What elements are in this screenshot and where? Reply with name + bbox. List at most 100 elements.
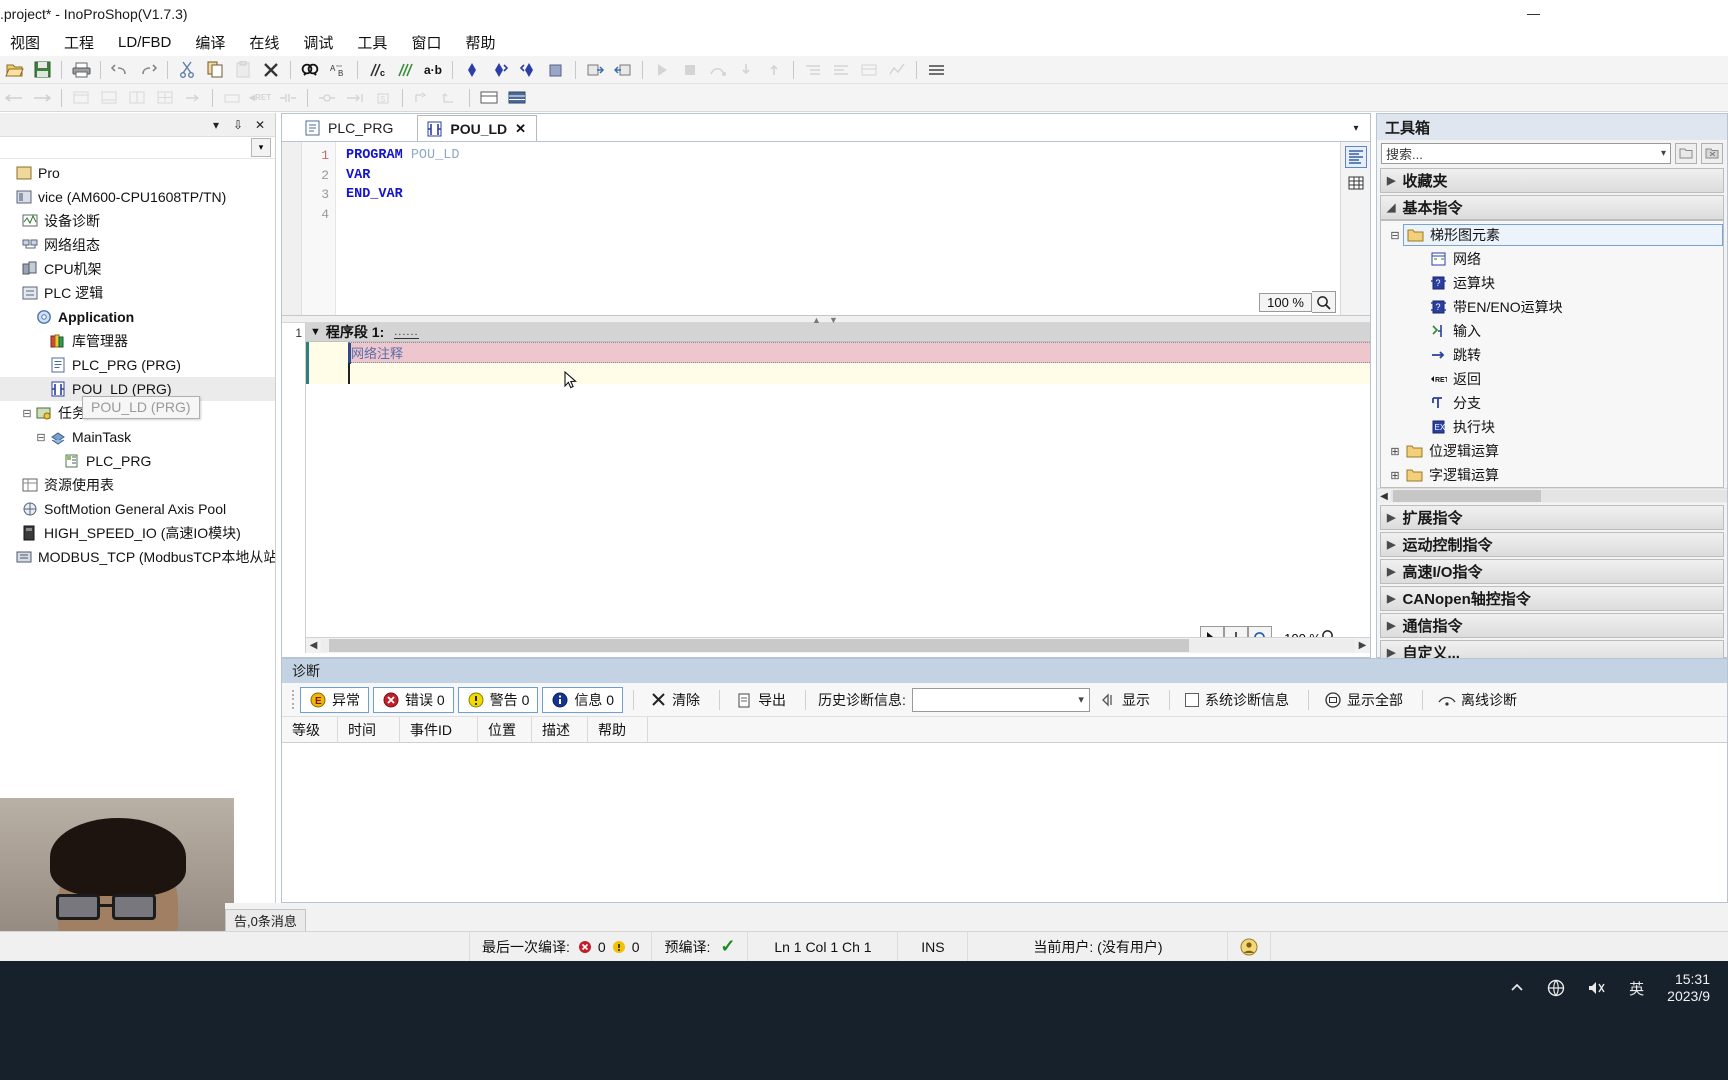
- scroll-left-arrow[interactable]: ◀: [1377, 491, 1391, 502]
- toolbox-section[interactable]: ▶ 运动控制指令: [1380, 532, 1724, 557]
- network-header[interactable]: ▼ 程序段 1: ......: [306, 323, 1370, 342]
- warning-button[interactable]: 警告 0: [457, 686, 539, 713]
- grid-column-header[interactable]: 位置: [478, 716, 532, 743]
- zoom-icon[interactable]: [1312, 291, 1336, 313]
- bookmark-prev-icon[interactable]: [515, 58, 541, 82]
- toolbox-item[interactable]: ? 带EN/ENO运算块: [1381, 295, 1723, 319]
- message-tab[interactable]: 告,0条消息: [225, 909, 306, 931]
- comment-icon[interactable]: c: [364, 58, 390, 82]
- tab-pou-ld[interactable]: POU_LD ✕: [417, 115, 538, 141]
- scroll-track[interactable]: [321, 639, 1355, 652]
- coil-icon[interactable]: [275, 86, 301, 110]
- print-icon[interactable]: [68, 58, 94, 82]
- indent-icon[interactable]: [800, 58, 826, 82]
- exception-button[interactable]: E 异常: [300, 686, 369, 713]
- uncomment-icon[interactable]: [392, 58, 418, 82]
- delete-folder-icon[interactable]: [1701, 142, 1723, 164]
- trace-icon[interactable]: [884, 58, 910, 82]
- tree-item[interactable]: Pro: [0, 161, 275, 185]
- tree-item[interactable]: vice (AM600-CPU1608TP/TN): [0, 185, 275, 209]
- menu-item-project[interactable]: 工程: [52, 30, 106, 55]
- undo-icon[interactable]: [107, 58, 133, 82]
- toolbox-item[interactable]: ⊟ 梯形图元素: [1381, 223, 1723, 247]
- toolbox-item[interactable]: 输入: [1381, 319, 1723, 343]
- export-button[interactable]: 导出: [726, 687, 795, 713]
- ladder-canvas[interactable]: ▼ 程序段 1: ...... 网络注释 ◀ ▶: [306, 323, 1370, 653]
- network-insert-icon[interactable]: [152, 86, 178, 110]
- user-icon[interactable]: [1228, 931, 1272, 962]
- network-globe-icon[interactable]: [1547, 979, 1565, 997]
- tree-item[interactable]: SoftMotion General Axis Pool: [0, 497, 275, 521]
- pin-icon[interactable]: ⇩: [227, 115, 249, 135]
- clear-button[interactable]: 清除: [640, 687, 709, 713]
- contact-icon[interactable]: [314, 86, 340, 110]
- network-branch-icon[interactable]: [124, 86, 150, 110]
- menu-item-compile[interactable]: 编译: [183, 30, 237, 55]
- toolbox-section-basic[interactable]: ◢ 基本指令: [1380, 195, 1724, 220]
- scroll-left-arrow[interactable]: ◀: [306, 640, 321, 651]
- history-combo[interactable]: ▾: [911, 687, 1090, 712]
- menu-item-debug[interactable]: 调试: [291, 30, 345, 55]
- declaration-code[interactable]: PROGRAM POU_LD VAR END_VAR: [336, 142, 1340, 315]
- tab-plc-prg[interactable]: PLC_PRG: [296, 115, 403, 141]
- login-icon[interactable]: [582, 58, 608, 82]
- grid-column-header[interactable]: 描述: [532, 716, 588, 743]
- expand-icon[interactable]: ⊞: [1387, 469, 1403, 482]
- replace-icon[interactable]: AB: [325, 58, 351, 82]
- menu-item-tools[interactable]: 工具: [345, 30, 399, 55]
- filter-icon[interactable]: ▾: [251, 138, 271, 157]
- toolbox-item[interactable]: EX 执行块: [1381, 415, 1723, 439]
- tree-item[interactable]: 资源使用表: [0, 473, 275, 497]
- checkbox[interactable]: [1184, 692, 1199, 707]
- branch-open-icon[interactable]: [409, 86, 435, 110]
- ab-icon[interactable]: a·b: [420, 58, 446, 82]
- grid-column-header[interactable]: 事件ID: [400, 716, 478, 743]
- toolbox-item[interactable]: 跳转: [1381, 343, 1723, 367]
- coil-set-icon[interactable]: [342, 86, 368, 110]
- list-view-icon[interactable]: [504, 86, 530, 110]
- scroll-thumb[interactable]: [1393, 490, 1541, 502]
- collapse-icon[interactable]: ⊟: [1387, 229, 1403, 242]
- toolbox-item[interactable]: ⊞ 字逻辑运算: [1381, 463, 1723, 487]
- show-button[interactable]: 显示: [1090, 687, 1159, 713]
- step-out-icon[interactable]: [761, 58, 787, 82]
- delete-icon[interactable]: [258, 58, 284, 82]
- network-comment-field[interactable]: 网络注释: [348, 342, 1370, 364]
- tree-item[interactable]: PLC 逻辑: [0, 281, 275, 305]
- cut-icon[interactable]: [174, 58, 200, 82]
- chevron-down-icon[interactable]: ▾: [1661, 148, 1666, 159]
- menu-item-window[interactable]: 窗口: [399, 30, 453, 55]
- tabular-view-icon[interactable]: [1345, 172, 1367, 194]
- close-icon[interactable]: ✕: [249, 115, 271, 135]
- tree-item[interactable]: HIGH_SPEED_IO (高速IO模块): [0, 521, 275, 545]
- minimize-button[interactable]: [1510, 0, 1556, 28]
- scroll-thumb[interactable]: [329, 639, 1189, 652]
- tree-item[interactable]: 网络组态: [0, 233, 275, 257]
- bookmark-next-icon[interactable]: [487, 58, 513, 82]
- toolbox-horizontal-scrollbar[interactable]: ◀: [1377, 488, 1727, 503]
- offline-diagnostic-button[interactable]: 离线诊断: [1429, 687, 1526, 713]
- chevron-down-icon[interactable]: ▾: [205, 115, 227, 135]
- toolbox-section[interactable]: ▶ 通信指令: [1380, 613, 1724, 638]
- paste-icon[interactable]: [230, 58, 256, 82]
- toolbox-item[interactable]: ⊞ 位逻辑运算: [1381, 439, 1723, 463]
- network-before-icon[interactable]: [68, 86, 94, 110]
- textual-view-icon[interactable]: [1344, 146, 1367, 168]
- tree-item[interactable]: 库管理器: [0, 329, 275, 353]
- grid-column-header[interactable]: 时间: [338, 716, 400, 743]
- return-icon[interactable]: ◀RET: [247, 86, 273, 110]
- new-folder-icon[interactable]: [1675, 142, 1697, 164]
- tree-item[interactable]: CPU机架: [0, 257, 275, 281]
- run-icon[interactable]: [649, 58, 675, 82]
- caret-down-icon[interactable]: ▼: [310, 326, 321, 338]
- menu-item-help[interactable]: 帮助: [453, 30, 507, 55]
- step-over-icon[interactable]: [705, 58, 731, 82]
- logout-icon[interactable]: [610, 58, 636, 82]
- tree-item[interactable]: MODBUS_TCP (ModbusTCP本地从站): [0, 545, 275, 569]
- info-button[interactable]: 信息 0: [542, 686, 624, 713]
- nav-forward-icon[interactable]: [29, 86, 55, 110]
- copy-icon[interactable]: [202, 58, 228, 82]
- expand-icon[interactable]: ⊞: [1387, 445, 1403, 458]
- taskbar-clock[interactable]: 15:31 2023/9: [1667, 971, 1710, 1005]
- jump-icon[interactable]: [180, 86, 206, 110]
